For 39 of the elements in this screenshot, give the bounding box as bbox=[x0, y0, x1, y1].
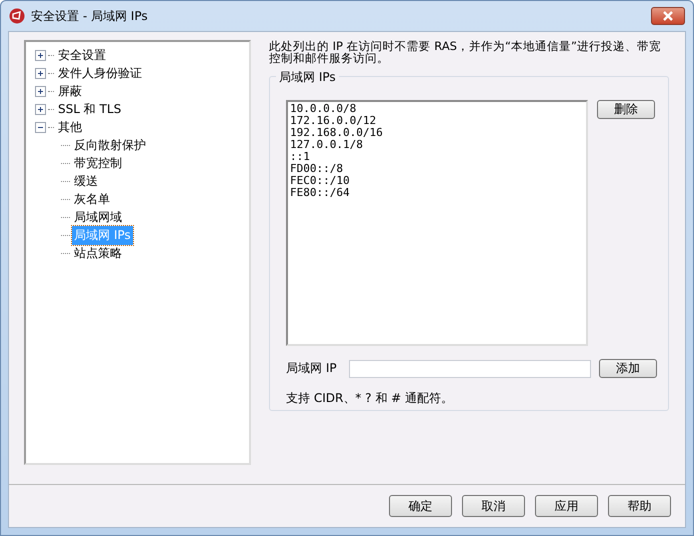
tree-item[interactable]: 站点策略 bbox=[72, 244, 124, 262]
close-button[interactable] bbox=[651, 7, 685, 25]
ip-list[interactable]: 10.0.0.0/8 172.16.0.0/12 192.168.0.0/16 127.0.0.1/8 ::1 FD00::/8 FEC0::/10 FE80::/64 bbox=[286, 100, 588, 346]
list-item[interactable]: 172.16.0.0/12 bbox=[290, 115, 584, 127]
list-item[interactable]: 192.168.0.0/16 bbox=[290, 127, 584, 139]
tree-item[interactable]: 缓送 bbox=[72, 172, 100, 190]
list-item[interactable]: FD00::/8 bbox=[290, 163, 584, 175]
dialog-button[interactable]: 应用 bbox=[535, 495, 598, 517]
list-item[interactable]: ::1 bbox=[290, 151, 584, 163]
dialog-button[interactable]: 帮助 bbox=[608, 495, 671, 517]
list-item[interactable]: 127.0.0.1/8 bbox=[290, 139, 584, 151]
tree-item[interactable]: 带宽控制 bbox=[72, 154, 124, 172]
expander-icon[interactable] bbox=[35, 68, 46, 78]
expander-icon[interactable] bbox=[35, 50, 46, 60]
expander-icon[interactable] bbox=[35, 104, 46, 114]
expander-icon[interactable] bbox=[35, 122, 46, 132]
add-button[interactable]: 添加 bbox=[599, 359, 657, 378]
list-item[interactable]: FEC0::/10 bbox=[290, 175, 584, 187]
tree-item[interactable]: 屏蔽 bbox=[56, 82, 84, 100]
ip-input-field[interactable] bbox=[349, 360, 591, 378]
list-item[interactable]: FE80::/64 bbox=[290, 187, 584, 199]
app-logo-icon bbox=[9, 8, 25, 24]
tree-item[interactable]: 安全设置 bbox=[56, 46, 108, 64]
dialog-button[interactable]: 取消 bbox=[462, 495, 525, 517]
tree-item[interactable]: 发件人身份验证 bbox=[56, 64, 144, 82]
description-text: 此处列出的 IP 在访问时不需要 RAS，并作为“本地通信量”进行投递、带宽控制和邮件服务访问。 bbox=[269, 40, 662, 67]
window-title: 安全设置 - 局域网 IPs bbox=[31, 8, 148, 24]
remove-button[interactable]: 删除 bbox=[597, 100, 655, 119]
field-label: 局域网 IP bbox=[286, 360, 338, 377]
hint-text: 支持 CIDR、* ? 和 # 通配符。 bbox=[286, 390, 454, 407]
tree-item[interactable]: 灰名单 bbox=[72, 190, 112, 208]
close-icon bbox=[662, 11, 674, 21]
tree-item[interactable]: SSL 和 TLS bbox=[56, 100, 124, 118]
list-item[interactable]: 10.0.0.0/8 bbox=[290, 103, 584, 115]
tree-item[interactable]: 反向散射保护 bbox=[72, 136, 148, 154]
tree-item[interactable]: 局域网域 bbox=[72, 208, 124, 226]
dialog-button[interactable]: 确定 bbox=[389, 495, 452, 517]
expander-icon[interactable] bbox=[35, 86, 46, 96]
tree-item[interactable]: 其他 bbox=[56, 118, 84, 136]
